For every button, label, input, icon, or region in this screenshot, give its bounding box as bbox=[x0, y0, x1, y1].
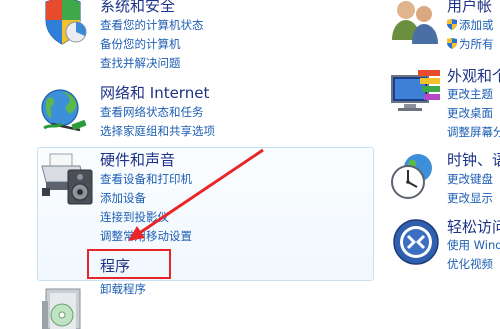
annotation-arrow bbox=[128, 148, 264, 241]
